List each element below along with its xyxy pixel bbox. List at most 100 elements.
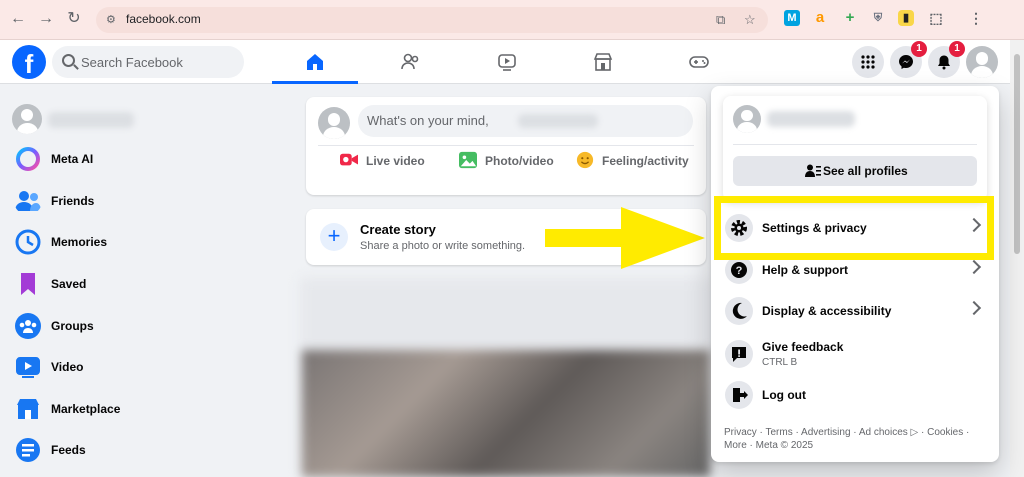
logout-icon — [725, 381, 753, 409]
live-video-icon — [340, 153, 358, 166]
address-bar[interactable]: ⚙ facebook.com ⧉ ☆ — [96, 7, 768, 33]
tab-marketplace[interactable] — [560, 40, 646, 84]
grid-icon — [861, 55, 875, 69]
saved-icon — [21, 273, 35, 295]
sidebar-item-label: Meta AI — [51, 152, 94, 166]
menu-grid-button[interactable] — [852, 46, 884, 78]
facebook-logo[interactable]: f — [12, 45, 46, 79]
create-story-subtitle: Share a photo or write something. — [360, 240, 526, 252]
extension-m-icon[interactable]: M — [784, 10, 800, 26]
plus-icon: + — [320, 223, 348, 251]
forward-icon[interactable]: → — [36, 9, 56, 29]
extensions-puzzle-icon[interactable]: ⬚ — [928, 10, 944, 26]
sidebar-item-saved[interactable]: Saved — [10, 266, 270, 302]
chevron-right-icon — [966, 300, 982, 316]
moon-icon — [725, 297, 753, 325]
tab-home[interactable] — [272, 40, 358, 84]
bookmark-star-icon[interactable]: ☆ — [744, 12, 756, 28]
see-all-profiles-label: See all profiles — [823, 164, 908, 178]
sidebar-item-friends[interactable]: Friends — [10, 183, 270, 219]
profile-card[interactable]: See all profiles — [723, 96, 987, 201]
notifications-button[interactable]: 1 — [928, 41, 965, 78]
messenger-button[interactable]: 1 — [890, 41, 927, 78]
gaming-icon — [689, 56, 709, 68]
account-avatar-button[interactable] — [966, 46, 998, 78]
extension-yellow-icon[interactable]: ▮ — [898, 10, 914, 26]
menu-item-log-out[interactable]: Log out — [719, 375, 991, 415]
back-icon[interactable]: ← — [8, 9, 28, 29]
feeling-activity-label: Feeling/activity — [602, 154, 689, 168]
marketplace-icon — [17, 399, 39, 419]
extension-plus-icon[interactable]: + — [842, 10, 858, 26]
extension-shield-icon[interactable]: ⛨ — [870, 10, 886, 26]
yellow-arrow-annotation — [545, 207, 705, 269]
profile-card-divider — [733, 144, 977, 145]
install-icon[interactable]: ⧉ — [716, 12, 725, 28]
feedback-icon — [725, 340, 753, 368]
whats-on-your-mind-input[interactable]: What's on your mind, — [358, 105, 693, 137]
menu-profile-name-blurred[interactable] — [767, 111, 855, 127]
bell-icon — [938, 55, 950, 70]
scroll-thumb[interactable] — [1014, 54, 1020, 254]
create-story-title: Create story — [360, 222, 436, 237]
page-scrollbar[interactable] — [1010, 40, 1024, 477]
live-video-label: Live video — [366, 154, 425, 168]
sidebar-item-video[interactable]: Video — [10, 349, 270, 385]
messenger-badge: 1 — [911, 41, 927, 57]
menu-item-give-feedback[interactable]: Give feedback CTRL B — [719, 334, 991, 376]
sidebar-item-label: Friends — [51, 194, 95, 208]
friends-icon — [401, 53, 419, 70]
account-dropdown-menu: See all profiles Settings & privacy ? He… — [711, 86, 999, 462]
footer-line-2[interactable]: More · Meta © 2025 — [724, 439, 994, 452]
menu-profile-avatar[interactable] — [733, 105, 761, 133]
video-icon — [498, 54, 516, 71]
menu-footer-links[interactable]: Privacy · Terms · Advertising · Ad choic… — [724, 426, 994, 452]
composer-name-blurred — [518, 114, 598, 128]
reload-icon[interactable]: ↻ — [64, 9, 84, 29]
composer-avatar[interactable] — [318, 107, 350, 139]
search-input[interactable]: Search Facebook — [52, 46, 244, 78]
tab-video[interactable] — [464, 40, 550, 84]
notifications-badge: 1 — [949, 41, 965, 57]
marketplace-icon — [593, 53, 613, 71]
tab-gaming[interactable] — [656, 40, 742, 84]
help-icon: ? — [725, 256, 753, 284]
extension-amazon-icon[interactable]: a — [812, 10, 828, 26]
search-icon — [62, 54, 75, 67]
site-info-icon[interactable]: ⚙ — [106, 13, 116, 26]
url-text[interactable]: facebook.com — [126, 12, 201, 26]
facebook-header: f Search Facebook 1 1 — [0, 40, 1010, 84]
sidebar-item-label: Groups — [51, 319, 94, 333]
composer-placeholder: What's on your mind, — [367, 113, 489, 128]
search-placeholder: Search Facebook — [81, 55, 183, 70]
sidebar-profile-avatar[interactable] — [12, 104, 42, 134]
see-all-profiles-button[interactable]: See all profiles — [733, 156, 977, 186]
tab-friends[interactable] — [368, 40, 454, 84]
sidebar-item-label: Marketplace — [51, 402, 121, 416]
more-menu-icon[interactable]: ⋮ — [968, 10, 984, 26]
sidebar-item-memories[interactable]: Memories — [10, 224, 270, 260]
memories-icon — [15, 229, 41, 255]
sidebar-item-label: Memories — [51, 235, 108, 249]
home-icon — [307, 54, 323, 70]
footer-line-1[interactable]: Privacy · Terms · Advertising · Ad choic… — [724, 426, 994, 439]
video-icon — [16, 357, 40, 378]
browser-toolbar: ← → ↻ ⚙ facebook.com ⧉ ☆ M a + ⛨ ▮ ⬚ ⋮ — [0, 0, 1024, 40]
sidebar-item-label: Feeds — [51, 443, 86, 457]
menu-item-display-accessibility[interactable]: Display & accessibility — [719, 291, 991, 331]
profiles-icon — [805, 164, 821, 177]
sidebar-item-marketplace[interactable]: Marketplace — [10, 391, 270, 427]
feeds-icon — [16, 438, 40, 462]
sidebar-profile-name-blurred[interactable] — [48, 112, 134, 128]
photo-video-label: Photo/video — [485, 154, 554, 168]
composer-divider — [318, 145, 694, 146]
smiley-icon — [576, 151, 594, 169]
chevron-right-icon — [966, 259, 982, 275]
sidebar-item-label: Saved — [51, 277, 87, 291]
messenger-icon — [899, 55, 913, 69]
photo-icon — [459, 151, 477, 169]
menu-item-label: Help & support — [762, 263, 848, 277]
sidebar-item-feeds[interactable]: Feeds — [10, 432, 270, 468]
sidebar-item-groups[interactable]: Groups — [10, 308, 270, 344]
sidebar-item-meta-ai[interactable]: Meta AI — [10, 141, 270, 177]
